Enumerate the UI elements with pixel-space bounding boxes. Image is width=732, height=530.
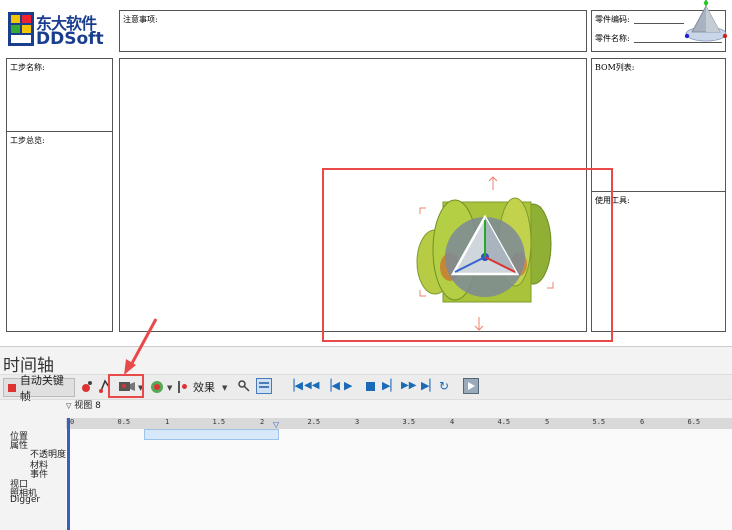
ruler-tick-label: 0: [70, 418, 75, 426]
record-icon: [8, 383, 16, 392]
key-icon[interactable]: [237, 379, 251, 393]
ruler-tick-label: 4: [450, 418, 455, 426]
ruler-tick-label: 6.5: [687, 418, 701, 426]
timeline-panel: 时间轴 自动关键帧 ▼ ▼ 效果 ▼ ▕◀ ◀◀ ▕◀ ▶ ▶▏ ▶▶ ▶▏ ↻: [0, 318, 732, 530]
export-icon[interactable]: [463, 378, 479, 394]
ruler-tick-label: 1.5: [212, 418, 226, 426]
step-overview-box: 工步总览:: [6, 131, 113, 332]
notes-label: 注意事项:: [123, 15, 158, 24]
logo-english-text: DDSoft: [36, 29, 104, 49]
ruler-tick-label: 6: [640, 418, 645, 426]
ddsoft-logo-icon: [8, 12, 34, 46]
part-name-label: 零件名称:: [595, 34, 630, 43]
prev-frame-icon[interactable]: ▕◀: [323, 380, 340, 392]
explode-icon[interactable]: [148, 378, 166, 395]
chevron-down-icon[interactable]: ▼: [222, 384, 227, 392]
track-label[interactable]: 事件: [30, 467, 48, 480]
ruler-tick-label: 2: [260, 418, 265, 426]
ruler-tick-label: 2.5: [307, 418, 321, 426]
ruler-tick-label: 1: [165, 418, 170, 426]
view-label: 视图 8: [74, 401, 101, 411]
animation-segment[interactable]: [144, 429, 279, 440]
effects-icon: [178, 380, 190, 393]
step-name-label: 工步名称:: [10, 63, 45, 72]
last-frame-icon[interactable]: ▶▏: [421, 380, 438, 392]
notes-box: 注意事项:: [119, 10, 587, 52]
ruler-tick-label: 5: [545, 418, 550, 426]
model-highlight-box: [322, 168, 613, 342]
stop-icon[interactable]: [364, 380, 376, 392]
filter-icon[interactable]: [256, 378, 272, 394]
effects-button[interactable]: 效果: [178, 378, 215, 395]
expand-icon: ▽: [66, 402, 72, 410]
pointer-arrow: [124, 318, 158, 375]
playhead[interactable]: [67, 418, 70, 530]
ruler-tick-label: 3: [355, 418, 360, 426]
bom-label: BOM列表:: [595, 63, 635, 72]
ruler-tick-label: 3.5: [402, 418, 416, 426]
time-marker-icon[interactable]: ▽: [273, 420, 279, 429]
track-label[interactable]: Digger: [10, 495, 40, 505]
track-area[interactable]: [66, 429, 732, 530]
view-cube-icon[interactable]: [682, 0, 730, 46]
next-frame-icon[interactable]: ▶▏: [382, 380, 399, 392]
company-logo: 东大软件 DDSoft: [6, 10, 112, 50]
prev-keyframe-icon[interactable]: ◀◀: [304, 380, 319, 392]
effects-label: 效果: [193, 380, 215, 394]
track-label[interactable]: 属性: [10, 438, 28, 451]
ruler-tick-label: 5.5: [592, 418, 606, 426]
view-row[interactable]: ▽ 视图 8: [66, 398, 101, 411]
next-keyframe-icon[interactable]: ▶▶: [401, 380, 416, 392]
ruler-tick-label: 4.5: [497, 418, 511, 426]
first-frame-icon[interactable]: ▕◀: [286, 380, 303, 392]
chevron-down-icon[interactable]: ▼: [167, 384, 172, 392]
part-number-label: 零件编码:: [595, 15, 630, 24]
ruler-tick-label: 0.5: [117, 418, 131, 426]
capture-keyframe-icon[interactable]: [80, 379, 94, 393]
loop-icon[interactable]: ↻: [439, 380, 451, 392]
step-name-box: 工步名称:: [6, 58, 113, 132]
step-overview-label: 工步总览:: [10, 136, 45, 145]
play-icon[interactable]: ▶: [344, 380, 356, 392]
auto-keyframe-button[interactable]: 自动关键帧: [3, 374, 75, 403]
